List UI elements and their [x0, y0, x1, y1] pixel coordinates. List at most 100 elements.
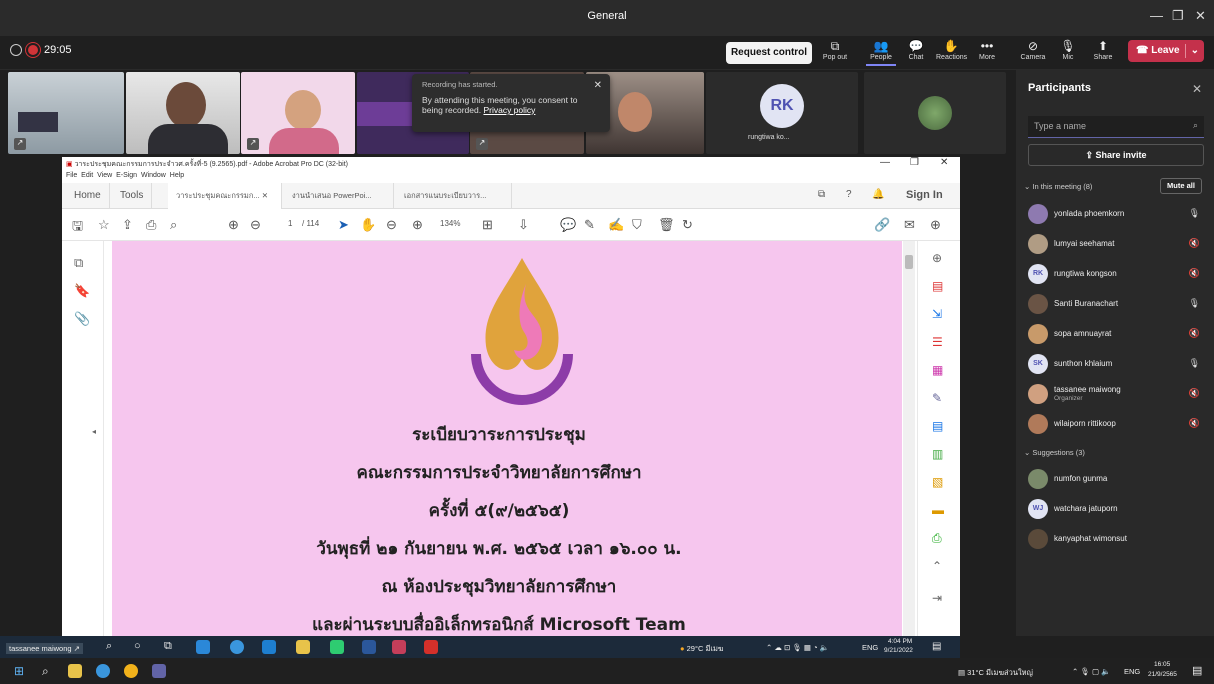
link-icon[interactable]: 🔗 — [874, 217, 890, 233]
more-button[interactable]: ••• More — [972, 38, 1002, 61]
fit-page-icon[interactable]: ⊞ — [482, 217, 493, 233]
attachment-icon[interactable]: 📎 — [74, 311, 90, 327]
participant-row[interactable]: lumyai seehamat 🔇 — [1028, 234, 1206, 256]
search-icon[interactable]: ⌕ — [106, 640, 112, 653]
reactions-button[interactable]: ✋ Reactions — [936, 38, 967, 61]
pen-icon[interactable]: ✎ — [584, 217, 595, 233]
bell-icon[interactable]: 🔔 — [872, 189, 884, 200]
mic-muted-icon[interactable]: 🔇 — [1189, 418, 1200, 429]
edge-icon[interactable] — [96, 664, 110, 678]
edit-pdf-icon[interactable]: ▦ — [932, 363, 943, 377]
people-button[interactable]: 👥 People — [866, 38, 896, 66]
menu-help[interactable]: Help — [170, 172, 184, 179]
combine-icon[interactable]: ▤ — [932, 419, 943, 433]
compare-icon[interactable]: ▥ — [932, 447, 943, 461]
language-indicator[interactable]: ENG — [1124, 667, 1140, 676]
task-view-icon[interactable]: ⧉ — [164, 640, 172, 653]
page-up-icon[interactable]: ⊕ — [228, 217, 239, 233]
participant-search-input[interactable]: Type a name ⌕ — [1028, 116, 1204, 138]
leave-button[interactable]: ☎ Leave ⌄ — [1128, 40, 1204, 62]
vertical-scrollbar[interactable] — [903, 241, 915, 637]
add-user-icon[interactable]: ⊕ — [930, 217, 941, 233]
zoom-out-icon[interactable]: ⊖ — [386, 217, 397, 233]
page-down-icon[interactable]: ⊖ — [250, 217, 261, 233]
participant-row[interactable]: wilaiporn rittikoop 🔇 — [1028, 414, 1206, 436]
mic-muted-icon[interactable]: 🔇 — [1189, 238, 1200, 249]
restore-icon[interactable]: ❐ — [1172, 8, 1184, 24]
comment-tool-icon[interactable]: ▬ — [932, 503, 944, 517]
participant-row[interactable]: sopa amnuayrat 🔇 — [1028, 324, 1206, 346]
participant-row[interactable]: yonlada phoemkorn 🎙 — [1028, 204, 1206, 226]
tab-document-3[interactable]: เอกสารแนบระเบียบวาร... — [396, 183, 512, 209]
fill-sign-icon[interactable]: ✎ — [932, 391, 942, 405]
close-icon[interactable]: ✕ — [1192, 82, 1202, 96]
system-tray-icons[interactable]: ⌃ 🎙 ▢ 🔈 — [1072, 667, 1110, 676]
scan-icon[interactable]: ▧ — [932, 475, 943, 489]
save-icon[interactable]: 🖫 — [72, 217, 83, 239]
minimize-icon[interactable]: — — [1150, 8, 1163, 23]
video-tile-avatar[interactable] — [864, 72, 1006, 154]
weather-widget[interactable]: ● 29°C มีเมฆ — [680, 643, 723, 655]
stamp-icon[interactable]: ⛉ — [632, 217, 642, 233]
tab-home[interactable]: Home — [66, 183, 110, 209]
close-icon[interactable]: ✕ — [940, 157, 948, 168]
system-tray-icons[interactable]: ⌃ ☁ ⊡ 🎙 ▦ ◔ 🔈 — [766, 643, 829, 652]
close-icon[interactable]: ✕ — [262, 191, 268, 200]
video-tile-classroom[interactable]: ↗ — [8, 72, 124, 154]
windows-start-icon[interactable]: ⊞ — [14, 664, 24, 678]
line-icon[interactable] — [330, 640, 344, 654]
video-tile-man[interactable] — [126, 72, 240, 154]
chat-button[interactable]: 💬 Chat — [901, 38, 931, 61]
tab-document-1[interactable]: วาระประชุมคณะกรรมก... ✕ — [168, 183, 282, 209]
request-control-button[interactable]: Request control — [726, 42, 812, 64]
bookmark-icon[interactable]: 🔖 — [74, 283, 90, 299]
search-icon[interactable]: ⌕ — [42, 664, 49, 679]
suggestion-row[interactable]: WJ watchara jatuporn — [1028, 499, 1206, 521]
suggestions-header[interactable]: ⌄ Suggestions (3) — [1024, 448, 1085, 457]
delete-icon[interactable]: 🗑 — [658, 217, 675, 233]
page-number-input[interactable]: 1 — [288, 219, 292, 228]
language-indicator[interactable]: ENG — [862, 643, 878, 652]
menu-view[interactable]: View — [97, 172, 112, 179]
menu-edit[interactable]: Edit — [81, 172, 93, 179]
mute-all-button[interactable]: Mute all — [1160, 178, 1202, 194]
mail-icon[interactable]: ✉ — [904, 217, 915, 233]
acrobat-icon[interactable] — [424, 640, 438, 654]
upload-icon[interactable]: ⇪ — [122, 217, 133, 233]
tab-tools[interactable]: Tools — [112, 183, 153, 209]
share-screen-icon[interactable]: ⧉ — [818, 189, 825, 200]
hand-icon[interactable]: ✋ — [360, 217, 376, 233]
teams-icon[interactable] — [392, 640, 406, 654]
share-invite-button[interactable]: ⇪ Share invite — [1028, 144, 1204, 166]
store-icon[interactable] — [196, 640, 210, 654]
mic-button[interactable]: 🎙 Mic — [1053, 38, 1083, 61]
create-pdf-icon[interactable]: ▤ — [932, 279, 943, 293]
weather-widget[interactable]: ▤ 31°C มีเมฆส่วนใหญ่ — [958, 667, 1033, 679]
edge-icon[interactable] — [230, 640, 244, 654]
suggestion-row[interactable]: kanyaphat wimonsut — [1028, 529, 1206, 551]
comment-icon[interactable]: 💬 — [560, 217, 576, 233]
menu-esign[interactable]: E-Sign — [116, 172, 137, 179]
pop-out-button[interactable]: ⧉ Pop out — [820, 38, 850, 61]
zoom-in-icon[interactable]: ⊕ — [412, 217, 423, 233]
sign-icon[interactable]: ✍ — [608, 217, 624, 233]
participant-row[interactable]: SK sunthon khlaium 🎙 — [1028, 354, 1206, 376]
scroll-thumb[interactable] — [905, 255, 913, 269]
chevron-down-icon[interactable]: ⌄ — [1191, 40, 1199, 62]
close-icon[interactable]: ✕ — [1195, 8, 1206, 24]
chrome-icon[interactable] — [124, 664, 138, 678]
close-icon[interactable]: ✕ — [594, 80, 602, 91]
zoom-select[interactable]: 134% — [440, 219, 460, 228]
more-tools-icon[interactable]: ⌃ — [932, 559, 942, 573]
mic-muted-icon[interactable]: 🔇 — [1189, 388, 1200, 399]
mic-icon[interactable]: 🎙 — [1189, 208, 1200, 219]
tab-document-2[interactable]: งานนำเสนอ PowerPoi... — [284, 183, 394, 209]
pages-icon[interactable]: ⧉ — [74, 255, 83, 271]
print-icon[interactable]: ⎙ — [146, 217, 156, 233]
search-icon[interactable]: ⌕ — [170, 217, 177, 233]
print-production-icon[interactable]: ⎙ — [932, 531, 942, 546]
teams-icon[interactable] — [152, 664, 166, 678]
word-icon[interactable] — [362, 640, 376, 654]
mic-muted-icon[interactable]: 🔇 — [1189, 268, 1200, 279]
collapse-right-icon[interactable]: ⇥ — [932, 591, 942, 605]
